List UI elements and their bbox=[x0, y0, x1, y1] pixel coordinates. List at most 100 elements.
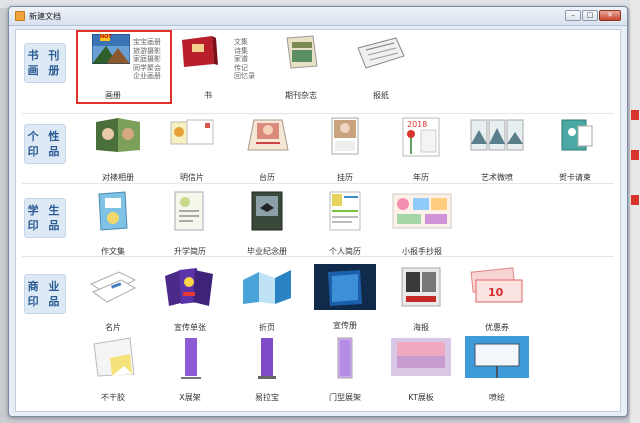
category-business: 商 业 印 品 bbox=[24, 274, 66, 314]
template-year-calendar[interactable]: 2018 年历 bbox=[386, 114, 456, 184]
hot-badge: HOT bbox=[100, 34, 112, 41]
template-handwritten-newspaper[interactable]: 小报手抄报 bbox=[382, 188, 462, 258]
book-style-list: 文集 诗集 家谱 传记 回忆录 bbox=[234, 38, 255, 81]
title-bar[interactable]: 新建文档 – □ ✕ bbox=[9, 7, 627, 26]
template-label: 明信片 bbox=[180, 173, 204, 182]
template-newspaper[interactable]: 报纸 bbox=[346, 32, 416, 102]
template-book[interactable]: 文集 诗集 家谱 传记 回忆录 书 bbox=[174, 32, 264, 102]
desk-calendar-thumbnail bbox=[247, 119, 289, 151]
new-document-dialog: 新建文档 – □ ✕ 书 刊 画 册 个 性 印 品 学 生 印 品 商 业 印… bbox=[8, 6, 628, 417]
category-label-line2: 画 册 bbox=[27, 64, 63, 77]
template-label: 毕业纪念册 bbox=[247, 247, 287, 256]
roll-up-banner-thumbnail bbox=[258, 338, 276, 379]
calendar-year: 2018 bbox=[407, 120, 427, 129]
album-style: 企业画册 bbox=[133, 72, 161, 81]
postcard-thumbnail bbox=[170, 119, 214, 145]
template-door-frame-stand[interactable]: 门型展架 bbox=[310, 334, 380, 404]
template-booklet[interactable]: 宣传册 bbox=[310, 262, 380, 332]
business-card-thumbnail bbox=[89, 271, 137, 303]
template-label: 贺卡请柬 bbox=[559, 173, 591, 182]
template-label: 不干胶 bbox=[101, 393, 125, 402]
template-greeting-card[interactable]: 贺卡请柬 bbox=[540, 114, 610, 184]
template-art-print[interactable]: 艺术微喷 bbox=[462, 114, 532, 184]
book-style: 家谱 bbox=[234, 55, 248, 64]
album-style: 旅游摄影 bbox=[133, 46, 161, 55]
personal-resume-thumbnail bbox=[329, 191, 361, 231]
template-personal-resume[interactable]: 个人简历 bbox=[310, 188, 380, 258]
template-brochure-fold[interactable]: 折页 bbox=[232, 264, 302, 334]
background-marker bbox=[631, 195, 639, 205]
school-resume-thumbnail bbox=[174, 191, 204, 231]
template-label: 名片 bbox=[105, 323, 121, 332]
template-label: 喷绘 bbox=[489, 393, 505, 402]
album-style-list: 宝宝画册 旅游摄影 家庭摄影 同学聚会 企业画册 bbox=[133, 38, 161, 81]
close-button[interactable]: ✕ bbox=[599, 10, 621, 21]
template-label: 作文集 bbox=[101, 247, 125, 256]
template-label: 易拉宝 bbox=[255, 393, 279, 402]
newspaper-thumbnail bbox=[357, 37, 405, 69]
template-roll-up-banner[interactable]: 易拉宝 bbox=[232, 334, 302, 404]
category-label-line2: 印 品 bbox=[27, 145, 63, 158]
category-student: 学 生 印 品 bbox=[24, 198, 66, 238]
door-frame-stand-thumbnail bbox=[337, 337, 353, 379]
album-style: 宝宝画册 bbox=[133, 38, 161, 46]
template-graduation-book[interactable]: 毕业纪念册 bbox=[232, 188, 302, 258]
app-icon bbox=[15, 11, 25, 21]
maximize-button[interactable]: □ bbox=[582, 10, 598, 21]
book-style: 文集 bbox=[234, 38, 248, 46]
template-kt-board[interactable]: KT展板 bbox=[386, 334, 456, 404]
template-poster[interactable]: 海报 bbox=[386, 264, 456, 334]
template-label: 宣传册 bbox=[333, 321, 357, 330]
template-label: 小报手抄报 bbox=[402, 247, 442, 256]
template-label: 对裱相册 bbox=[102, 173, 134, 182]
photo-album-thumbnail bbox=[96, 118, 140, 152]
template-label: 年历 bbox=[413, 173, 429, 182]
booklet-thumbnail bbox=[314, 264, 376, 310]
category-label-line2: 印 品 bbox=[27, 295, 63, 308]
template-label: 海报 bbox=[413, 323, 429, 332]
template-coupon[interactable]: 10 优惠券 bbox=[462, 264, 532, 334]
album-style: 家庭摄影 bbox=[133, 55, 161, 64]
coupon-thumbnail: 10 bbox=[470, 267, 523, 303]
large-format-print-thumbnail bbox=[465, 336, 529, 378]
category-label-line1: 个 性 bbox=[27, 130, 63, 143]
template-label: 折页 bbox=[259, 323, 275, 332]
brochure-fold-thumbnail bbox=[243, 270, 291, 304]
template-essay-collection[interactable]: 作文集 bbox=[78, 188, 148, 258]
template-label: 书 bbox=[204, 91, 212, 100]
template-wall-calendar[interactable]: 挂历 bbox=[310, 114, 380, 184]
template-photo-album[interactable]: 对裱相册 bbox=[83, 114, 153, 184]
template-x-banner-stand[interactable]: X展架 bbox=[155, 334, 225, 404]
greeting-card-thumbnail bbox=[561, 119, 593, 151]
handwritten-newspaper-thumbnail bbox=[392, 193, 452, 229]
template-label: 优惠券 bbox=[485, 323, 509, 332]
background-marker bbox=[631, 110, 639, 120]
category-label-line1: 学 生 bbox=[27, 204, 63, 217]
template-school-resume[interactable]: 升学简历 bbox=[155, 188, 225, 258]
template-business-card[interactable]: 名片 bbox=[78, 264, 148, 334]
template-label: 报纸 bbox=[373, 91, 389, 100]
template-sticker[interactable]: 不干胶 bbox=[78, 334, 148, 404]
category-label-line1: 商 业 bbox=[27, 280, 63, 293]
book-style: 回忆录 bbox=[234, 72, 255, 81]
flyer-thumbnail bbox=[165, 268, 213, 306]
template-label: X展架 bbox=[179, 393, 201, 402]
template-label: 个人简历 bbox=[329, 247, 361, 256]
background-app-edge bbox=[630, 0, 640, 423]
essay-collection-thumbnail bbox=[98, 191, 128, 231]
template-label: 挂历 bbox=[337, 173, 353, 182]
template-desk-calendar[interactable]: 台历 bbox=[232, 114, 302, 184]
template-label: 升学简历 bbox=[174, 247, 206, 256]
template-postcard[interactable]: 明信片 bbox=[157, 114, 227, 184]
template-magazine[interactable]: 期刊杂志 bbox=[266, 32, 336, 102]
template-large-format-print[interactable]: 喷绘 bbox=[462, 334, 532, 404]
category-books: 书 刊 画 册 bbox=[24, 43, 66, 83]
background-marker bbox=[631, 150, 639, 160]
template-label: 门型展架 bbox=[329, 393, 361, 402]
coupon-value: 10 bbox=[488, 286, 504, 299]
book-style: 诗集 bbox=[234, 46, 248, 55]
minimize-button[interactable]: – bbox=[565, 10, 581, 21]
template-flyer[interactable]: 宣传单张 bbox=[155, 264, 225, 334]
window-controls: – □ ✕ bbox=[565, 10, 621, 21]
magazine-thumbnail bbox=[286, 35, 318, 69]
